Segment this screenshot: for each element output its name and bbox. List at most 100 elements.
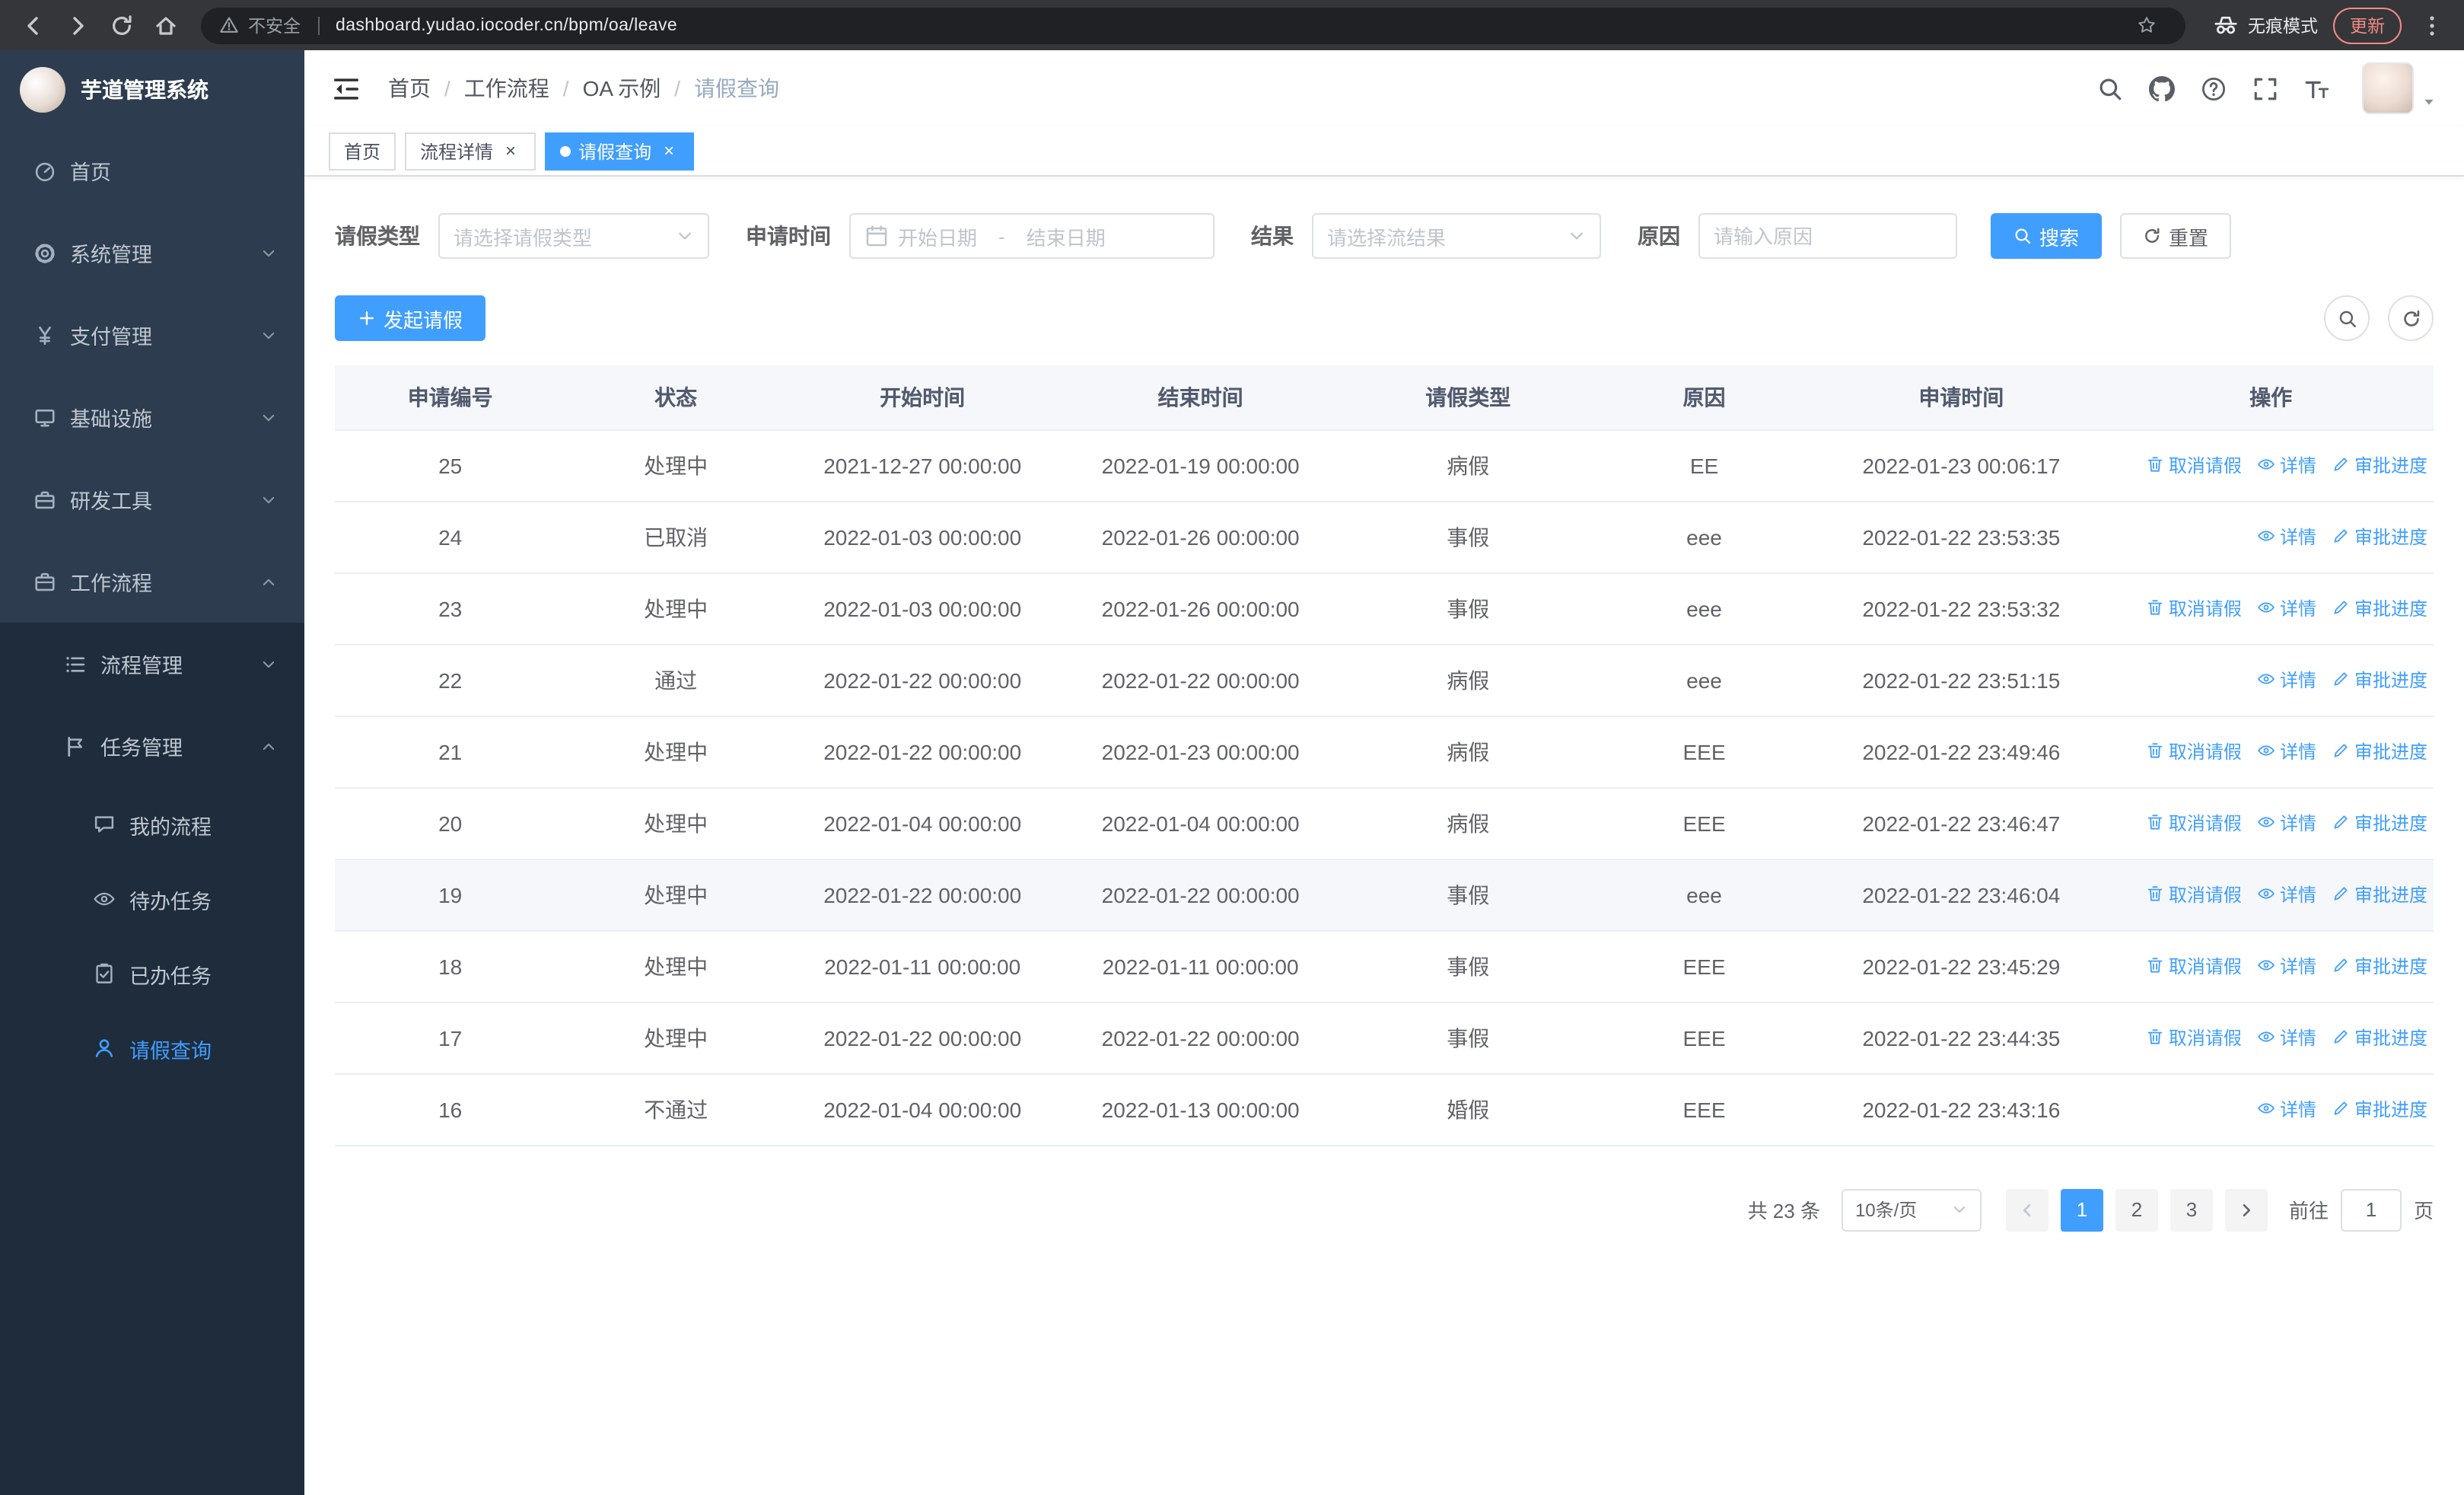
sidebar-item-基础设施[interactable]: 基础设施 [0,376,304,458]
fold-icon [332,74,361,103]
edit-icon [2332,1100,2350,1118]
chevron-down-icon [260,655,277,672]
tab-首页[interactable]: 首页 [329,132,396,170]
sidebar-item-流程管理[interactable]: 流程管理 [0,623,304,705]
detail-action-link[interactable]: 详情 [2257,953,2316,979]
breadcrumb-item[interactable]: 首页 [388,73,431,104]
action-label: 取消请假 [2168,741,2242,763]
browser-home-button[interactable] [145,5,186,46]
progress-action-link[interactable]: 审批进度 [2332,1096,2427,1122]
detail-action-link[interactable]: 详情 [2257,1096,2316,1122]
cell-type: 病假 [1342,787,1594,859]
prev-page-button[interactable] [2005,1188,2049,1231]
fullscreen-button[interactable] [2252,75,2278,101]
github-button[interactable] [2149,75,2175,101]
cell-reason: eee [1593,859,1815,931]
app-logo[interactable]: 芋道管理系统 [0,50,304,129]
create-leave-button[interactable]: 发起请假 [335,295,486,341]
cancel-action-link[interactable]: 取消请假 [2146,452,2242,478]
tab-流程详情[interactable]: 流程详情 × [405,132,536,170]
action-label: 取消请假 [2168,955,2242,977]
browser-forward-button[interactable] [56,5,97,46]
browser-menu-button[interactable] [2411,5,2452,46]
apply-time-range-picker[interactable]: 开始日期 - 结束日期 [849,213,1214,259]
breadcrumb-item[interactable]: OA 示例 [583,73,661,104]
action-label: 详情 [2279,741,2316,763]
gear-icon [33,241,56,264]
eye-icon [2257,1100,2275,1118]
column-header: 原因 [1593,365,1815,430]
browser-back-button[interactable] [12,5,53,46]
refresh-table-button[interactable] [2388,295,2434,341]
reason-input[interactable] [1714,225,1942,247]
page-size-select[interactable]: 10条/页 [1841,1188,1982,1231]
progress-action-link[interactable]: 审批进度 [2332,524,2427,550]
search-submit-button[interactable]: 搜索 [1991,213,2103,259]
collapse-sidebar-button[interactable] [332,74,361,103]
sidebar-item-请假查询[interactable]: 请假查询 [0,1011,304,1085]
sidebar-item-首页[interactable]: 首页 [0,129,304,212]
url-bar[interactable]: 不安全 dashboard.yudao.iocoder.cn/bpm/oa/le… [201,7,2185,43]
detail-action-link[interactable]: 详情 [2257,667,2316,693]
sidebar-item-支付管理[interactable]: 支付管理 [0,294,304,376]
progress-action-link[interactable]: 审批进度 [2332,810,2427,836]
tab-close-icon[interactable]: × [501,141,520,161]
cell-reason: eee [1593,572,1815,645]
cancel-action-link[interactable]: 取消请假 [2146,953,2242,979]
detail-action-link[interactable]: 详情 [2257,810,2316,836]
progress-action-link[interactable]: 审批进度 [2332,738,2427,764]
sidebar-item-我的流程[interactable]: 我的流程 [0,787,304,862]
app-title: 芋道管理系统 [81,78,209,102]
cancel-action-link[interactable]: 取消请假 [2146,810,2242,836]
progress-action-link[interactable]: 审批进度 [2332,667,2427,693]
goto-page-input[interactable] [2340,1188,2402,1231]
page-button-3[interactable]: 3 [2170,1188,2213,1231]
cell-actions: 取消请假 详情 审批进度 [2108,572,2434,645]
progress-action-link[interactable]: 审批进度 [2332,595,2427,621]
progress-action-link[interactable]: 审批进度 [2332,452,2427,478]
cancel-action-link[interactable]: 取消请假 [2146,738,2242,764]
reset-button[interactable]: 重置 [2120,213,2232,259]
detail-action-link[interactable]: 详情 [2257,1025,2316,1050]
page-button-1[interactable]: 1 [2060,1188,2103,1231]
detail-action-link[interactable]: 详情 [2257,881,2316,907]
sidebar-item-研发工具[interactable]: 研发工具 [0,458,304,540]
cancel-action-link[interactable]: 取消请假 [2146,595,2242,621]
browser-reload-button[interactable] [100,5,142,46]
action-label: 审批进度 [2354,812,2427,834]
detail-action-link[interactable]: 详情 [2257,452,2316,478]
sidebar-item-任务管理[interactable]: 任务管理 [0,705,304,787]
cancel-action-link[interactable]: 取消请假 [2146,1025,2242,1050]
leave-type-select[interactable]: 请选择请假类型 [438,213,709,259]
font-size-button[interactable] [2304,75,2330,101]
tab-请假查询[interactable]: 请假查询 × [545,132,695,170]
cell-apply_time: 2022-01-22 23:46:47 [1814,787,2109,859]
progress-action-link[interactable]: 审批进度 [2332,881,2427,907]
help-button[interactable] [2201,75,2227,101]
action-label: 取消请假 [2168,1027,2242,1049]
toggle-search-button[interactable] [2324,295,2370,341]
detail-action-link[interactable]: 详情 [2257,738,2316,764]
chevron-down-icon [260,491,277,508]
tab-close-icon[interactable]: × [659,141,679,161]
bookmark-star-button[interactable] [2126,5,2167,46]
sidebar-item-已办任务[interactable]: 已办任务 [0,936,304,1011]
next-page-button[interactable] [2224,1188,2268,1231]
sidebar-item-工作流程[interactable]: 工作流程 [0,540,304,623]
browser-update-button[interactable]: 更新 [2333,7,2402,43]
progress-action-link[interactable]: 审批进度 [2332,953,2427,979]
search-button[interactable] [2097,75,2123,101]
flag-icon [64,735,87,757]
sidebar-item-系统管理[interactable]: 系统管理 [0,212,304,294]
result-select[interactable]: 请选择流结果 [1312,213,1601,259]
cancel-action-link[interactable]: 取消请假 [2146,881,2242,907]
detail-action-link[interactable]: 详情 [2257,524,2316,550]
progress-action-link[interactable]: 审批进度 [2332,1025,2427,1050]
cell-start: 2022-01-03 00:00:00 [785,501,1059,573]
page-button-2[interactable]: 2 [2115,1188,2158,1231]
user-menu[interactable] [2362,62,2437,114]
sidebar-item-待办任务[interactable]: 待办任务 [0,862,304,936]
breadcrumb-item[interactable]: 工作流程 [464,73,549,104]
arrow-right-icon [2237,1200,2255,1219]
detail-action-link[interactable]: 详情 [2257,595,2316,621]
